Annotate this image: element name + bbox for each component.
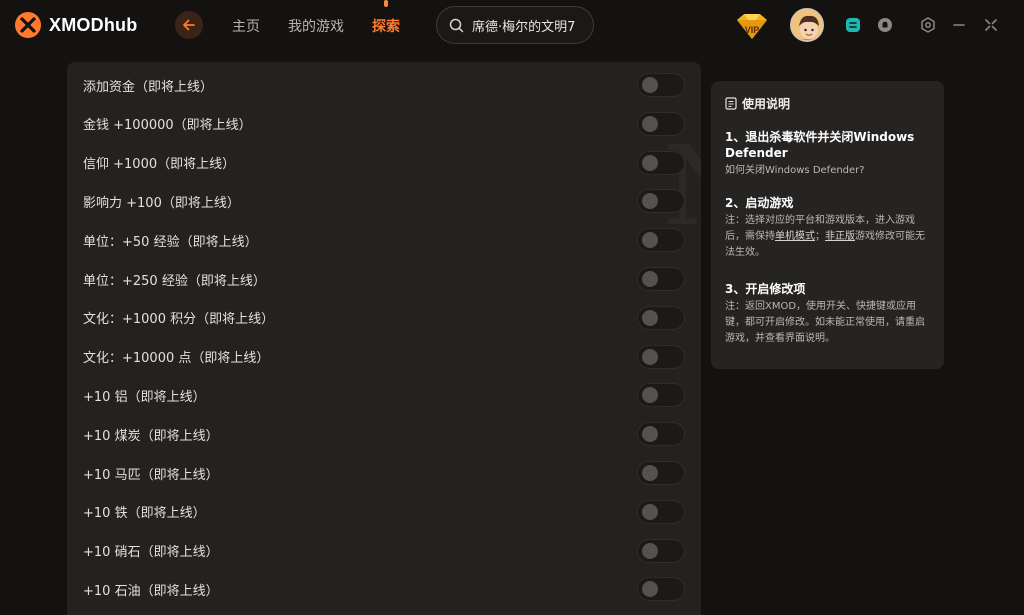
expand-icon [985,19,997,31]
toggle-knob [642,271,658,287]
search-icon [449,18,464,32]
app-switch-icon [846,18,860,32]
cheat-row: 添加资金（即将上线） [83,66,685,104]
cheat-label: +10 铝（即将上线） [83,389,206,405]
toggle-knob [642,309,658,326]
cheat-toggle[interactable] [637,228,685,253]
cheat-toggle[interactable] [637,150,685,175]
cheat-toggle[interactable] [637,111,685,136]
toggle-knob [642,542,658,559]
arrow-left-icon [183,19,195,31]
cheat-label: +10 铁（即将上线） [83,506,206,522]
xmod-logo-icon [15,12,41,38]
defender-help-link[interactable]: 如何关闭Windows Defender? [725,163,933,179]
step-1-title: 1、退出杀毒软件并关闭Windows Defender [725,130,915,160]
cheat-row: +10 煤炭（即将上线） [83,415,685,453]
cheat-row: 信仰 +1000（即将上线） [83,144,685,182]
nav-my-games[interactable]: 我的游戏 [288,16,344,36]
search-box[interactable] [436,6,594,44]
cheat-label: +10 煤炭（即将上线） [83,428,219,444]
cheat-row: +10 马匹（即将上线） [83,454,685,492]
cheat-toggle[interactable] [637,344,685,369]
cheat-row: +10 铁（即将上线） [83,493,685,531]
toggle-knob [642,77,658,93]
cheat-label: 添加资金（即将上线） [83,79,214,95]
cheat-toggle[interactable] [637,73,685,97]
toggle-knob [642,115,658,132]
cheat-row: 影响力 +100（即将上线） [83,182,685,220]
toggle-knob [642,581,658,598]
avatar-image [792,10,822,40]
cheat-toggle[interactable] [637,577,685,602]
cheat-label: 金钱 +100000（即将上线） [83,118,252,134]
cheat-label: 影响力 +100（即将上线） [83,195,240,211]
cheat-label: 文化：+1000 积分（即将上线） [83,312,275,328]
cheat-toggle[interactable] [637,422,685,447]
cheat-list-panel: N 添加资金（即将上线）金钱 +100000（即将上线）信仰 +1000（即将上… [67,62,701,615]
bell-icon [878,18,892,32]
cheat-toggle[interactable] [637,267,685,291]
document-icon [725,97,737,110]
cheat-row: 文化：+1000 积分（即将上线） [83,299,685,337]
toggle-knob [642,154,658,171]
toggle-knob [642,193,658,210]
cheat-row: +10 硝石（即将上线） [83,532,685,570]
cheat-toggle[interactable] [637,305,685,330]
cheat-toggle[interactable] [637,461,685,485]
minimize-button[interactable] [950,16,968,34]
notification-button[interactable] [876,16,894,34]
guide-step-3: 3、开启修改项 注：返回XMOD，使用开关、快捷键或应用键，都可开启修改。如未能… [725,281,933,347]
cheat-toggle[interactable] [637,189,685,214]
guide-header: 使用说明 [725,95,930,112]
cheat-row: 单位：+50 经验（即将上线） [83,221,685,259]
cheat-row: +10 石油（即将上线） [83,570,685,608]
back-button[interactable] [175,11,203,39]
step-3-desc: 注：返回XMOD，使用开关、快捷键或应用键，都可开启修改。如未能正常使用，请重启… [725,301,925,344]
cheat-label: 单位：+50 经验（即将上线） [83,234,258,250]
guide-title: 使用说明 [742,97,791,111]
settings-button[interactable] [919,16,937,34]
brand-name: XMODhub [49,14,138,35]
cheat-row: 单位：+250 经验（即将上线） [83,260,685,298]
guide-step-1: 1、退出杀毒软件并关闭Windows Defender 如何关闭Windows … [725,129,933,179]
app-switch-button[interactable] [844,16,862,34]
user-avatar[interactable] [790,8,824,42]
top-bar: XMODhub 主页 我的游戏 探索 VIP [0,0,1024,52]
cheat-toggle[interactable] [637,383,685,408]
cheat-toggle[interactable] [637,499,685,524]
toggle-knob [642,232,658,249]
cheat-label: 信仰 +1000（即将上线） [83,157,236,173]
toggle-knob [642,503,658,520]
nav-explore[interactable]: 探索 [372,16,400,36]
guide-step-2: 2、启动游戏 注：选择对应的平台和游戏版本，进入游戏后，需保持单机模式；非正版游… [725,195,933,261]
toggle-knob [642,465,658,481]
vip-badge[interactable]: VIP [733,11,771,43]
nav-active-indicator [384,0,388,7]
cheat-row: 金钱 +100000（即将上线） [83,105,685,143]
vip-label: VIP [745,25,760,35]
usage-guide-panel: 使用说明 1、退出杀毒软件并关闭Windows Defender 如何关闭Win… [711,81,944,369]
step-2-desc: 注：选择对应的平台和游戏版本，进入游戏后，需保持单机模式；非正版游戏修改可能无法… [725,215,925,258]
cheat-label: +10 硝石（即将上线） [83,545,219,561]
search-input[interactable] [472,17,592,33]
toggle-knob [642,348,658,365]
cheat-label: +10 马匹（即将上线） [83,467,219,483]
gear-icon [921,17,935,33]
brand-logo[interactable]: XMODhub [14,11,137,39]
cheat-row: 文化：+10000 点（即将上线） [83,338,685,376]
step-3-title: 3、开启修改项 [725,282,806,296]
maximize-button[interactable] [982,16,1000,34]
nav-home[interactable]: 主页 [232,16,260,36]
toggle-knob [642,426,658,443]
cheat-toggle[interactable] [637,538,685,563]
toggle-knob [642,387,658,404]
step-2-title: 2、启动游戏 [725,196,794,210]
non-genuine-link[interactable]: 非正版 [825,231,855,242]
cheat-label: 单位：+250 经验（即将上线） [83,273,266,289]
single-player-mode-link[interactable]: 单机模式 [775,231,815,242]
minimize-icon [953,24,965,26]
cheat-label: 文化：+10000 点（即将上线） [83,351,270,367]
cheat-row: +10 铝（即将上线） [83,376,685,414]
cheat-label: +10 石油（即将上线） [83,583,219,599]
